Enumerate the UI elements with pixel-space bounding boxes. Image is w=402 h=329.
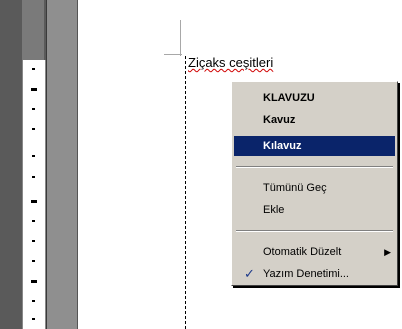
menu-item-label: Yazım Denetimi...	[263, 268, 349, 280]
ruler-margin-area	[22, 0, 44, 60]
crop-mark-vertical	[180, 20, 181, 56]
left-gutter	[0, 0, 12, 329]
add-menu-item[interactable]: Ekle	[234, 200, 395, 220]
spelling-check-icon: ✓	[244, 266, 255, 281]
menu-separator	[236, 230, 393, 232]
submenu-arrow-icon: ▶	[384, 247, 391, 257]
word-window: Ziçaks ceşitleri KLAVUZU Kavuz Kılavuz T…	[0, 0, 402, 329]
ruler-tick	[31, 200, 37, 203]
spelling-menu-item[interactable]: ✓ Yazım Denetimi...	[234, 264, 395, 284]
ruler-tick	[32, 128, 35, 130]
menu-item-label: Kavuz	[263, 114, 296, 126]
ruler-tick	[32, 176, 35, 178]
spelling-context-menu: KLAVUZU Kavuz Kılavuz Tümünü Geç Ekle Ot…	[231, 81, 398, 286]
ruler-tick	[32, 318, 35, 320]
text-boundary-line	[185, 56, 186, 329]
menu-item-label: Otomatik Düzelt	[263, 246, 342, 258]
document-text-misspelled[interactable]: Ziçaks ceşitleri	[188, 55, 273, 70]
ruler-tick	[32, 108, 35, 110]
ruler-tick	[31, 280, 37, 283]
menu-item-label: Kılavuz	[263, 140, 302, 152]
ruler-tick	[31, 88, 37, 91]
ruler-tick	[32, 260, 35, 262]
suggestion-item-selected[interactable]: Kılavuz	[234, 136, 395, 156]
menu-item-label: Tümünü Geç	[263, 182, 327, 194]
menu-item-label: KLAVUZU	[263, 92, 315, 104]
ignore-all-menu-item[interactable]: Tümünü Geç	[234, 178, 395, 198]
menu-separator	[236, 166, 393, 168]
vertical-ruler[interactable]	[12, 0, 47, 329]
ruler-tick	[32, 155, 35, 157]
suggestion-item[interactable]: Kavuz	[234, 110, 395, 130]
page-side-margin	[47, 0, 78, 329]
ruler-tick	[32, 220, 35, 222]
menu-item-label: Ekle	[263, 204, 285, 216]
suggestion-item[interactable]: KLAVUZU	[234, 88, 395, 108]
ruler-tick	[32, 240, 35, 242]
ruler-tick	[32, 300, 35, 302]
ruler-scale	[22, 60, 46, 329]
ruler-tick	[32, 68, 35, 70]
autocorrect-menu-item[interactable]: Otomatik Düzelt ▶	[234, 242, 395, 262]
crop-mark-horizontal	[164, 54, 182, 55]
